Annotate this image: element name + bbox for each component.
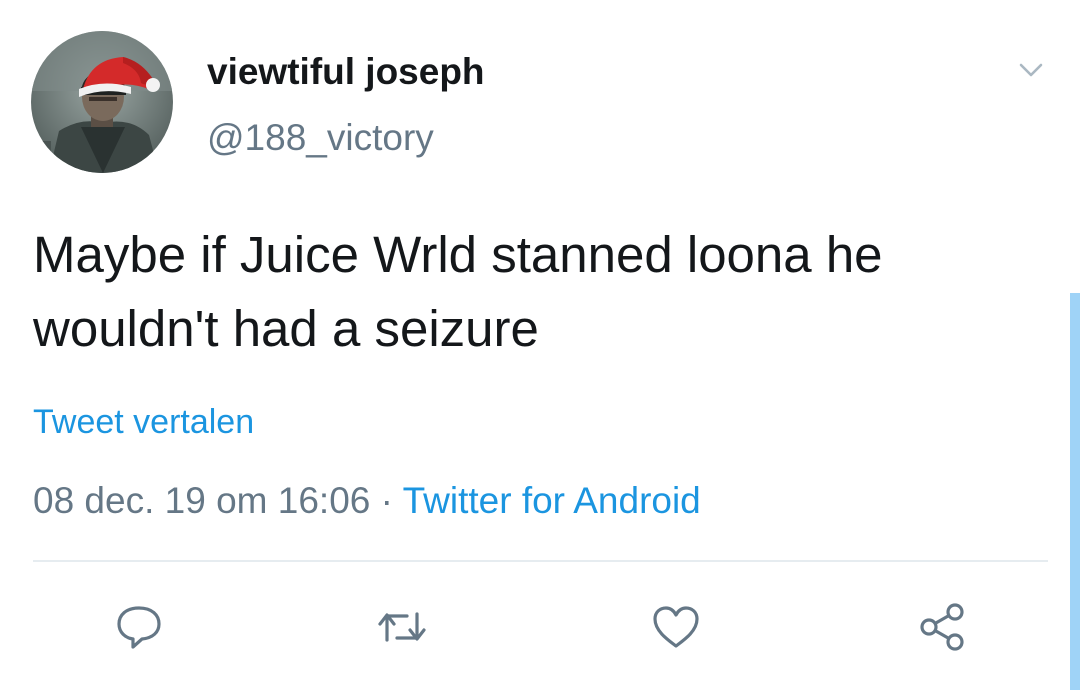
author-display-name[interactable]: viewtiful joseph <box>207 50 485 94</box>
divider <box>33 560 1048 562</box>
tweet-timestamp: 08 dec. 19 om 16:06 <box>33 480 371 521</box>
heart-icon <box>653 606 699 648</box>
share-icon <box>920 603 964 651</box>
retweet-button[interactable] <box>375 600 429 654</box>
tweet-meta: 08 dec. 19 om 16:06 · Twitter for Androi… <box>33 478 701 524</box>
author-handle[interactable]: @188_victory <box>207 116 434 160</box>
tweet-text: Maybe if Juice Wrld stanned loona he wou… <box>33 226 883 357</box>
meta-separator: · <box>370 480 403 521</box>
translate-tweet-link[interactable]: Tweet vertalen <box>33 401 254 443</box>
tweet-source-link[interactable]: Twitter for Android <box>403 480 701 521</box>
like-button[interactable] <box>649 600 703 654</box>
retweet-icon <box>378 612 426 642</box>
chevron-down-icon[interactable] <box>1014 58 1048 82</box>
scroll-indicator[interactable] <box>1070 293 1080 690</box>
reply-icon <box>117 606 161 649</box>
avatar-santa-hat-icon <box>31 31 173 173</box>
reply-button[interactable] <box>112 600 166 654</box>
share-button[interactable] <box>915 600 969 654</box>
avatar[interactable] <box>31 31 173 173</box>
